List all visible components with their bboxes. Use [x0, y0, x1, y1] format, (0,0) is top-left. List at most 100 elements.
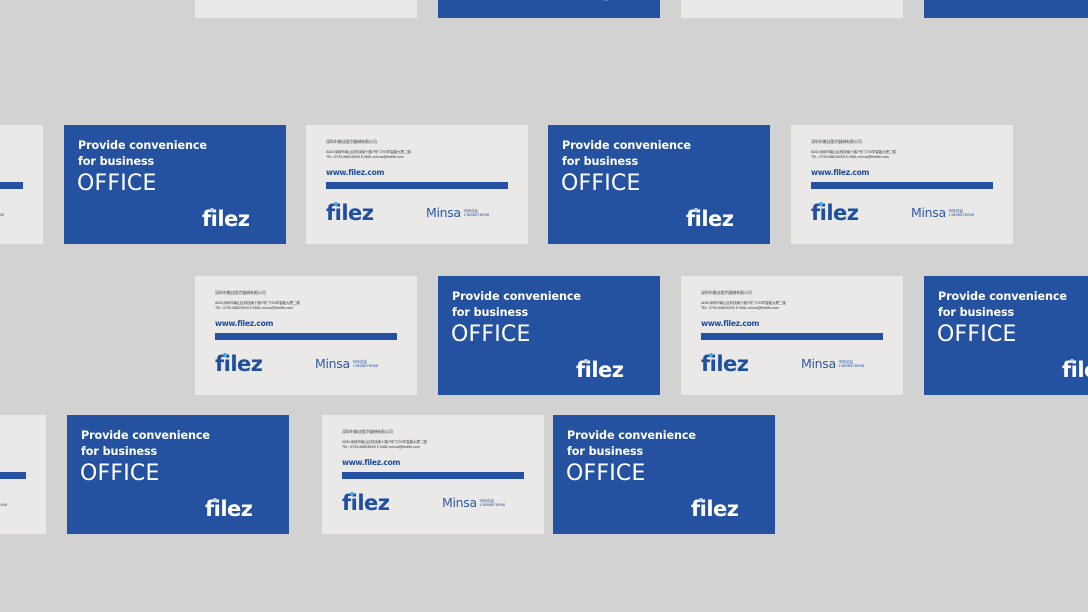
contact-meta: 市场总监13868878968: [352, 360, 378, 371]
blue-divider-bar: [342, 472, 524, 479]
business-card-front[interactable]: 深圳市美丝医疗器械有限公司ADD:深圳市南山区科技南十路7号门703车智能大厦二…: [195, 276, 417, 395]
tagline-line-2: for business: [938, 306, 1015, 319]
brand-logo: filez: [1062, 358, 1088, 382]
contact-phone: 13868878968: [352, 364, 379, 369]
filez-wordmark: filez: [576, 358, 624, 382]
company-address-block: ADD:深圳市南山区科技南十路7号门703车智能大厦二楼 TEL: 0755-66…: [326, 150, 411, 160]
filez-wordmark: filez: [205, 497, 253, 521]
contact-signature: Minsa市场总监13868878968: [315, 357, 378, 371]
card-front-content: 深圳市美丝医疗器械有限公司ADD:深圳市南山区科技南十路7号门703车智能大厦二…: [681, 276, 903, 395]
contact-signature: Minsa市场总监13868878968: [442, 495, 506, 510]
contact-name: Minsa: [911, 205, 946, 220]
business-card-back[interactable]: Provide conveniencefor businessOFFICEfil…: [553, 415, 775, 534]
business-card-back[interactable]: Provide conveniencefor businessOFFICEfil…: [64, 125, 286, 244]
filez-wordmark: filez: [1062, 0, 1088, 5]
contact-signature: Minsa市场总监13868878968: [0, 207, 4, 220]
tagline-line-1: Provide convenience: [78, 139, 207, 152]
tagline-line-2: for business: [452, 306, 529, 319]
business-card-front[interactable]: 深圳市美丝医疗器械有限公司ADD:深圳市南山区科技南十路7号门703车智能大厦二…: [195, 0, 417, 18]
business-card-front[interactable]: 深圳市美丝医疗器械有限公司ADD:深圳市南山区科技南十路7号门703车智能大厦二…: [681, 0, 903, 18]
business-card-front[interactable]: 深圳市美丝医疗器械有限公司ADD:深圳市南山区科技南十路7号门703车智能大厦二…: [791, 125, 1013, 244]
tagline-line-1: Provide convenience: [567, 429, 696, 442]
brand-logo: filez: [202, 207, 250, 231]
website-url[interactable]: www.filez.com: [342, 458, 400, 467]
brand-logo: filez: [691, 497, 739, 521]
card-front-content: 深圳市美丝医疗器械有限公司ADD:深圳市南山区科技南十路7号门703车智能大厦二…: [0, 125, 43, 244]
headline-office: OFFICE: [80, 461, 160, 486]
brand-logo: filez: [576, 358, 624, 382]
filez-wordmark: filez: [1062, 358, 1088, 382]
filez-logo-dot-icon: [1069, 359, 1074, 364]
headline-office: OFFICE: [566, 461, 646, 486]
filez-wordmark: filez: [691, 497, 739, 521]
company-contact-line: TEL: 0755-66826050 E-MAIL:minsa@feelife.…: [811, 155, 889, 160]
tagline-line-2: for business: [562, 155, 639, 168]
business-card-front[interactable]: 深圳市美丝医疗器械有限公司 ADD:深圳市南山区科技南十路7号门703车智能大厦二…: [322, 415, 544, 534]
business-card-front[interactable]: 深圳市美丝医疗器械有限公司 ADD:深圳市南山区科技南十路7号门703车智能大厦二…: [306, 125, 528, 244]
tagline-line-1: Provide convenience: [452, 290, 581, 303]
company-contact-line: TEL: 0755-66826050 E-MAIL:minsa@feelife.…: [701, 306, 779, 311]
business-card-back[interactable]: Provide conveniencefor businessOFFICEfil…: [67, 415, 289, 534]
business-card-front[interactable]: 深圳市美丝医疗器械有限公司ADD:深圳市南山区科技南十路7号门703车智能大厦二…: [0, 415, 46, 534]
contact-meta: 市场总监13868878968: [948, 209, 974, 220]
card-front-content: 深圳市美丝医疗器械有限公司 ADD:深圳市南山区科技南十路7号门703车智能大厦二…: [306, 125, 528, 244]
tagline-line-1: Provide convenience: [562, 139, 691, 152]
website-url[interactable]: www.filez.com: [326, 168, 384, 177]
filez-logo-dot-icon: [698, 498, 703, 503]
contact-meta: 市场总监13868878968: [838, 360, 864, 371]
card-front-content: 深圳市美丝医疗器械有限公司ADD:深圳市南山区科技南十路7号门703车智能大厦二…: [791, 125, 1013, 244]
blue-divider-bar: [0, 182, 23, 189]
contact-phone: 13868878968: [463, 213, 490, 218]
filez-wordmark: filez: [811, 201, 859, 225]
contact-signature: Minsa市场总监13868878968: [911, 205, 974, 220]
filez-wordmark-text: filez: [576, 0, 624, 5]
tagline-line-1: Provide convenience: [938, 290, 1067, 303]
filez-logo-dot-icon: [583, 359, 588, 364]
website-url[interactable]: www.filez.com: [215, 319, 273, 328]
contact-phone: 13868878968: [479, 503, 506, 508]
company-name-cn: 深圳市美丝医疗器械有限公司: [326, 139, 377, 144]
website-url[interactable]: www.filez.com: [811, 168, 869, 177]
headline-office: OFFICE: [77, 171, 157, 196]
business-card-back[interactable]: Provide conveniencefor businessOFFICEfil…: [924, 0, 1088, 18]
blue-divider-bar: [0, 472, 26, 479]
website-url[interactable]: www.filez.com: [701, 319, 759, 328]
card-front-content: 深圳市美丝医疗器械有限公司ADD:深圳市南山区科技南十路7号门703车智能大厦二…: [195, 276, 417, 395]
contact-signature: Minsa市场总监13868878968: [801, 357, 864, 371]
business-card-back[interactable]: Provide conveniencefor businessOFFICEfil…: [548, 125, 770, 244]
card-front-content: 深圳市美丝医疗器械有限公司ADD:深圳市南山区科技南十路7号门703车智能大厦二…: [681, 0, 903, 18]
business-card-front[interactable]: 深圳市美丝医疗器械有限公司ADD:深圳市南山区科技南十路7号门703车智能大厦二…: [681, 276, 903, 395]
brand-logo: filez: [701, 352, 749, 376]
business-card-back[interactable]: Provide conveniencefor businessOFFICEfil…: [438, 0, 660, 18]
business-card-back[interactable]: Provide convenience for business OFFICE fil…: [924, 276, 1088, 395]
company-address-block: ADD:深圳市南山区科技南十路7号门703车智能大厦二楼 TEL: 0755-66…: [701, 301, 786, 311]
filez-wordmark: filez: [701, 352, 749, 376]
contact-meta: 市场总监13868878968: [0, 499, 7, 510]
contact-name: Minsa: [442, 495, 477, 510]
business-card-front[interactable]: 深圳市美丝医疗器械有限公司ADD:深圳市南山区科技南十路7号门703车智能大厦二…: [0, 125, 43, 244]
headline-office: OFFICE: [937, 322, 1017, 347]
contact-phone: 13868878968: [0, 213, 5, 218]
filez-logo-dot-icon: [212, 498, 217, 503]
company-address-block: ADD:深圳市南山区科技南十路7号门703车智能大厦二楼 TEL: 0755-66…: [215, 301, 300, 311]
brand-logo: filez: [686, 207, 734, 231]
company-name-cn: 深圳市美丝医疗器械有限公司: [342, 429, 393, 434]
brand-logo: filez: [342, 491, 390, 515]
filez-logo-dot-icon: [818, 202, 823, 207]
business-card-back[interactable]: Provide conveniencefor businessOFFICEfil…: [438, 276, 660, 395]
contact-signature: Minsa市场总监13868878968: [0, 497, 7, 510]
filez-logo-dot-icon: [693, 208, 698, 213]
contact-signature: Minsa市场总监13868878968: [426, 206, 489, 220]
company-contact-line: TEL: 0755-66826050 E-MAIL:minsa@feelife.…: [326, 155, 404, 160]
tagline-line-1: Provide convenience: [81, 429, 210, 442]
contact-phone: 13868878968: [948, 213, 975, 218]
company-address-block: ADD:深圳市南山区科技南十路7号门703车智能大厦二楼 TEL: 0755-66…: [811, 150, 896, 160]
company-contact-line: TEL: 0755-66826050 E-MAIL:minsa@feelife.…: [215, 306, 293, 311]
filez-logo-dot-icon: [349, 492, 354, 497]
contact-meta: 市场总监13868878968: [463, 209, 489, 220]
filez-wordmark: filez: [202, 207, 250, 231]
filez-wordmark: filez: [576, 0, 624, 5]
card-front-content: 深圳市美丝医疗器械有限公司 ADD:深圳市南山区科技南十路7号门703车智能大厦二…: [322, 415, 544, 534]
company-address-block: ADD:深圳市南山区科技南十路7号门703车智能大厦二楼 TEL: 0755-66…: [342, 440, 427, 450]
card-front-content: 深圳市美丝医疗器械有限公司ADD:深圳市南山区科技南十路7号门703车智能大厦二…: [0, 415, 46, 534]
